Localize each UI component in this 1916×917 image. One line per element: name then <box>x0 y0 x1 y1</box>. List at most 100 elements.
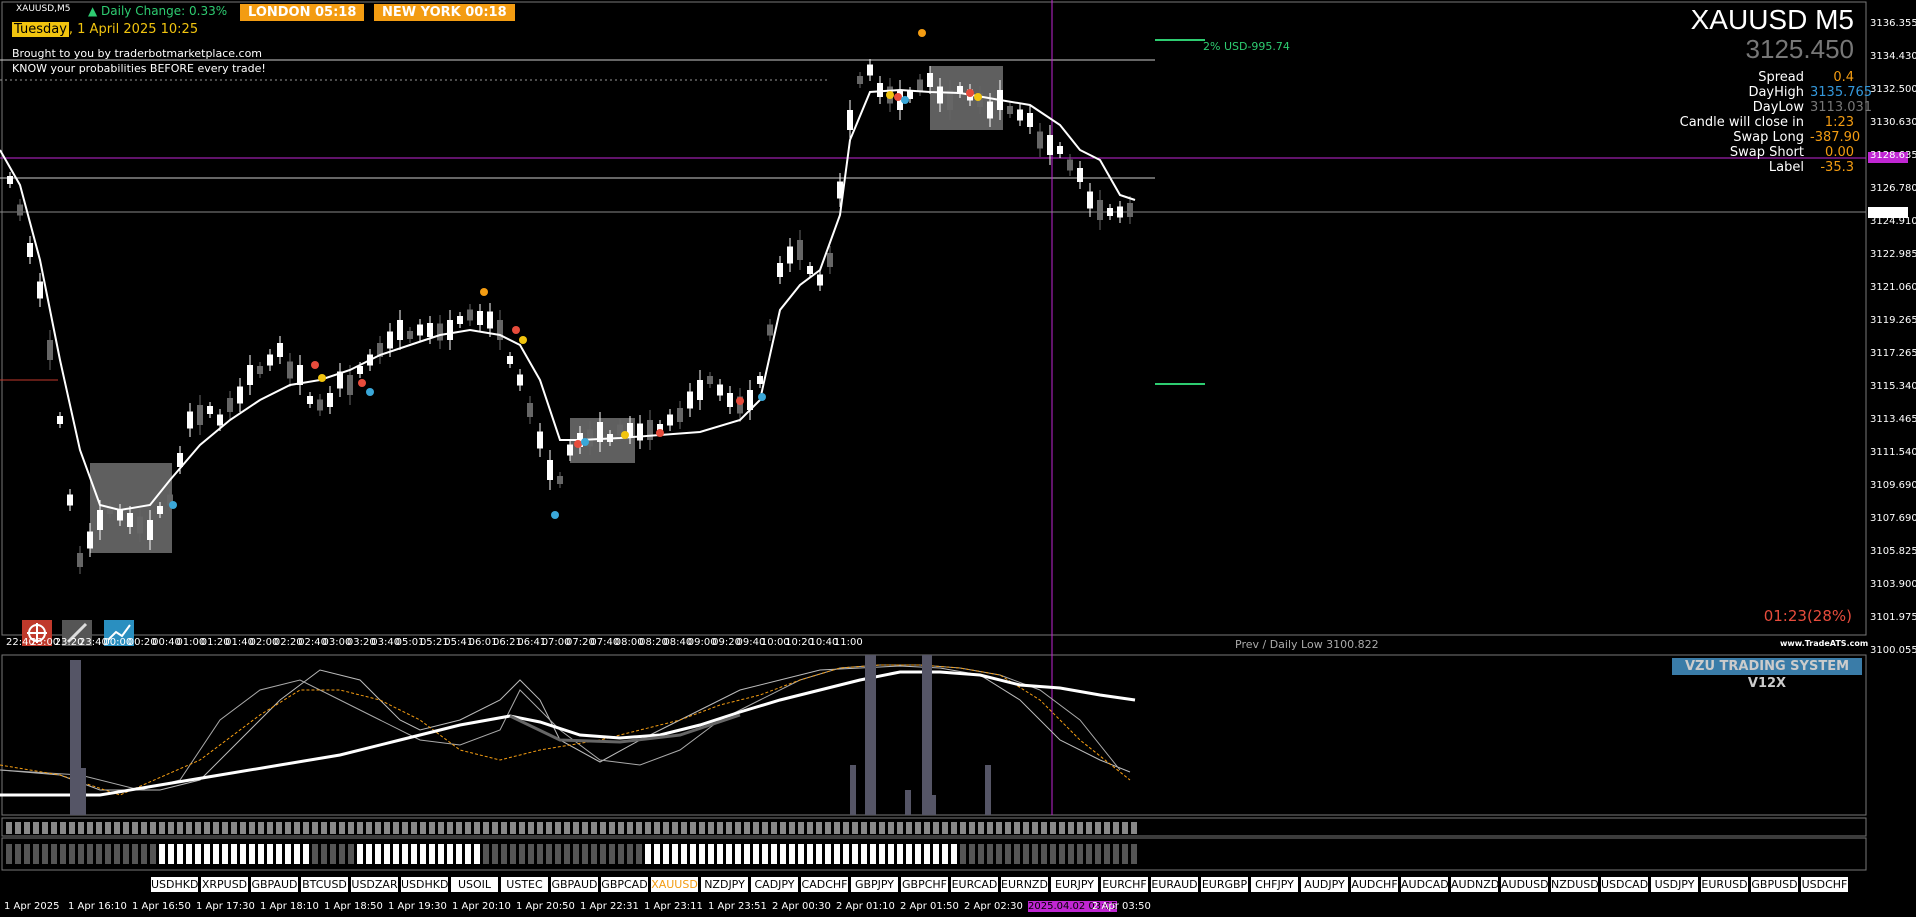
candle-body <box>517 374 523 386</box>
strip-block <box>402 844 408 864</box>
candle-body <box>27 243 33 257</box>
strip-block <box>132 822 138 834</box>
strip-block <box>852 822 858 834</box>
ticker-button[interactable]: USDZAR <box>350 876 399 893</box>
ticker-button[interactable]: USOIL <box>450 876 499 893</box>
signal-dot <box>519 336 527 344</box>
ticker-button[interactable]: GBPAUD <box>250 876 299 893</box>
signal-dot <box>581 438 589 446</box>
ticker-button[interactable]: GBPCHF <box>900 876 949 893</box>
strip-block <box>168 844 174 864</box>
ticker-button[interactable]: NZDUSD <box>1550 876 1599 893</box>
candle-body <box>857 76 863 84</box>
ticker-button[interactable]: GBPUSD <box>1750 876 1799 893</box>
strip-block <box>663 844 669 864</box>
panel-row: Swap Long -387.90 <box>1733 130 1860 145</box>
ticker-button[interactable]: EURCAD <box>950 876 999 893</box>
candle-body <box>787 246 793 264</box>
ticker-button[interactable]: GBPJPY <box>850 876 899 893</box>
ticker-button[interactable]: CADJPY <box>750 876 799 893</box>
candle-body <box>147 520 153 540</box>
strip-block <box>618 822 624 834</box>
signal-dot <box>366 388 374 396</box>
ticker-button[interactable]: USDHKD <box>150 876 199 893</box>
ticker-button[interactable]: EURAUD <box>1150 876 1199 893</box>
strip-block <box>186 844 192 864</box>
panel-row-label: DayLow <box>1752 100 1804 115</box>
ticker-button[interactable]: USDCHF <box>1800 876 1849 893</box>
ticker-button[interactable]: BTCUSD <box>300 876 349 893</box>
strip-block <box>177 844 183 864</box>
ticker-button[interactable]: NZDJPY <box>700 876 749 893</box>
promo-line-1: Brought to you by traderbotmarketplace.c… <box>12 47 263 60</box>
strip-block <box>753 822 759 834</box>
bottom-time-label: 2 Apr 03:50 <box>1092 901 1151 912</box>
candle-body <box>387 331 393 349</box>
strip-block <box>321 822 327 834</box>
strip-block <box>366 844 372 864</box>
signal-dot <box>169 501 177 509</box>
candle-body <box>847 110 853 130</box>
candle-body <box>717 384 723 396</box>
candle-body <box>767 324 773 336</box>
ticker-button[interactable]: XAUUSD <box>650 876 699 893</box>
strip-block <box>636 822 642 834</box>
strip-block <box>1050 844 1056 864</box>
strip-block <box>249 844 255 864</box>
strip-block <box>15 844 21 864</box>
strip-block <box>1068 844 1074 864</box>
strip-block <box>771 844 777 864</box>
ticker-button[interactable]: EURCHF <box>1100 876 1149 893</box>
ticker-button[interactable]: USDJPY <box>1650 876 1699 893</box>
ticker-button[interactable]: USTEC <box>500 876 549 893</box>
ticker-button[interactable]: XRPUSD <box>200 876 249 893</box>
strip-block <box>438 844 444 864</box>
strip-block <box>879 844 885 864</box>
signal-dot <box>656 429 664 437</box>
ticker-button[interactable]: AUDCHF <box>1350 876 1399 893</box>
ticker-button[interactable]: AUDNZD <box>1450 876 1499 893</box>
strip-block <box>798 844 804 864</box>
ticker-button[interactable]: USDHKD <box>400 876 449 893</box>
strip-block <box>843 844 849 864</box>
ticker-button[interactable]: AUDJPY <box>1300 876 1349 893</box>
strip-block <box>330 844 336 864</box>
strip-block <box>771 822 777 834</box>
signal-dot <box>901 96 909 104</box>
candle-body <box>727 393 733 407</box>
ticker-button[interactable]: EURUSD <box>1700 876 1749 893</box>
price-chart[interactable] <box>0 0 1916 917</box>
ticker-button[interactable]: EURJPY <box>1050 876 1099 893</box>
strip-block <box>537 844 543 864</box>
bottom-time-label: 1 Apr 19:30 <box>388 901 447 912</box>
strip-block <box>276 822 282 834</box>
ticker-button[interactable]: AUDCAD <box>1400 876 1449 893</box>
ticker-button[interactable]: USDCAD <box>1600 876 1649 893</box>
strip-block <box>843 822 849 834</box>
date-day: Tuesday <box>12 22 69 37</box>
strip-block <box>717 844 723 864</box>
strip-block <box>123 822 129 834</box>
strip-block <box>546 822 552 834</box>
strip-block <box>285 844 291 864</box>
strip-block <box>456 844 462 864</box>
ticker-button[interactable]: AUDUSD <box>1500 876 1549 893</box>
strip-block <box>60 844 66 864</box>
strip-block <box>762 844 768 864</box>
candle-body <box>1027 113 1033 127</box>
candle-body <box>1097 200 1103 220</box>
ticker-button[interactable]: GBPAUD <box>550 876 599 893</box>
ticker-button[interactable]: EURNZD <box>1000 876 1049 893</box>
strip-block <box>1059 844 1065 864</box>
symbol-timeframe-label: XAUUSD,M5 <box>16 4 71 14</box>
strip-block <box>447 844 453 864</box>
strip-block <box>816 844 822 864</box>
ticker-button[interactable]: EURGBP <box>1200 876 1249 893</box>
ticker-button[interactable]: CADCHF <box>800 876 849 893</box>
strip-block <box>879 822 885 834</box>
ticker-button[interactable]: GBPCAD <box>600 876 649 893</box>
ticker-button[interactable]: CHFJPY <box>1250 876 1299 893</box>
strip-block <box>222 844 228 864</box>
candle-body <box>867 64 873 76</box>
strip-block <box>312 822 318 834</box>
